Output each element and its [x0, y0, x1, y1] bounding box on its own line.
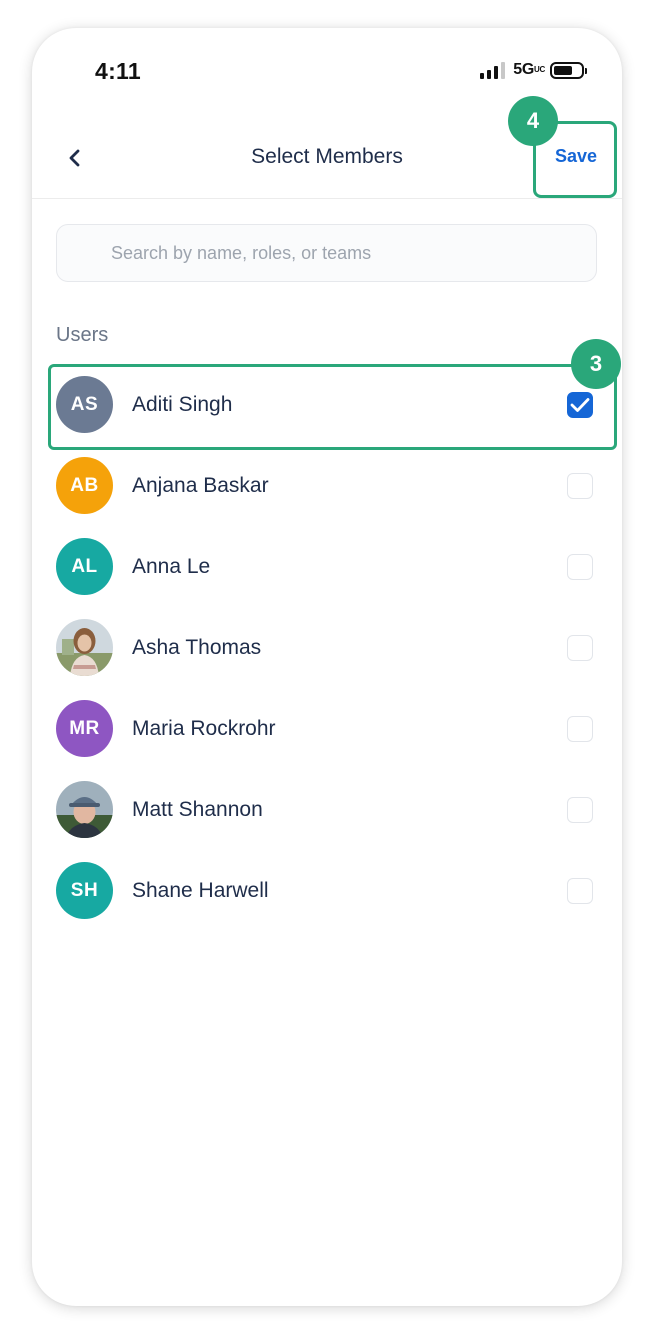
user-row[interactable]: AB Anjana Baskar: [32, 445, 622, 526]
user-row[interactable]: Matt Shannon: [32, 769, 622, 850]
avatar: AS: [56, 376, 113, 433]
user-checkbox[interactable]: [567, 392, 593, 418]
user-name: Aditi Singh: [132, 392, 233, 416]
user-row[interactable]: AS Aditi Singh: [32, 364, 622, 450]
user-checkbox[interactable]: [567, 878, 593, 904]
avatar-photo: [56, 619, 113, 676]
step-badge: 3: [571, 339, 621, 389]
avatar: SH: [56, 862, 113, 919]
user-checkbox[interactable]: [567, 635, 593, 661]
cellular-signal-icon: [480, 61, 506, 79]
user-row[interactable]: SH Shane Harwell: [32, 850, 622, 931]
section-label-users: Users: [56, 324, 109, 346]
search-input[interactable]: [111, 242, 596, 264]
status-icons: 5GUC: [480, 61, 587, 79]
user-name: Anna Le: [132, 554, 211, 578]
user-name: Shane Harwell: [132, 878, 269, 902]
avatar: AB: [56, 457, 113, 514]
user-checkbox[interactable]: [567, 473, 593, 499]
phone-frame: 4:11 5GUC Select Members Save Users AS A…: [32, 28, 622, 1306]
network-type: 5GUC: [513, 61, 545, 78]
checkmark-icon: [570, 398, 590, 412]
battery-icon: [550, 61, 587, 79]
avatar: MR: [56, 700, 113, 757]
user-row[interactable]: MR Maria Rockrohr: [32, 688, 622, 769]
user-name: Matt Shannon: [132, 797, 263, 821]
avatar: AL: [56, 538, 113, 595]
user-list: AS Aditi Singh AB Anjana Baskar AL Anna …: [32, 364, 622, 931]
step-badge: 4: [508, 96, 558, 146]
user-name: Anjana Baskar: [132, 473, 269, 497]
user-row[interactable]: Asha Thomas: [32, 607, 622, 688]
avatar-photo: [56, 781, 113, 838]
user-row[interactable]: AL Anna Le: [32, 526, 622, 607]
search-field[interactable]: [56, 224, 597, 282]
user-name: Maria Rockrohr: [132, 716, 276, 740]
user-checkbox[interactable]: [567, 797, 593, 823]
user-checkbox[interactable]: [567, 554, 593, 580]
user-name: Asha Thomas: [132, 635, 262, 659]
status-time: 4:11: [95, 58, 141, 84]
user-checkbox[interactable]: [567, 716, 593, 742]
